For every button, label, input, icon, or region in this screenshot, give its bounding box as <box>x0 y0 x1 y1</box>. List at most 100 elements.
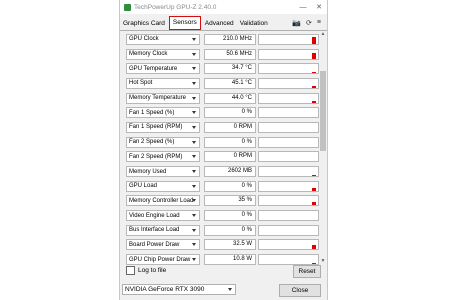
sensor-graph-bar <box>312 263 316 265</box>
sensor-label: Fan 1 Speed (%) <box>129 109 175 116</box>
sensor-graph-bar <box>312 175 316 177</box>
sensor-graph <box>258 239 319 251</box>
scrollbar[interactable]: ▲ ▼ <box>319 31 327 264</box>
sensor-graph <box>258 224 319 236</box>
sensor-graph <box>258 195 319 207</box>
sensor-row: Memory Temperature 44.0 °C <box>126 91 322 106</box>
sensor-row: Board Power Draw 32.5 W <box>126 238 322 253</box>
sensor-row: GPU Temperature 34.7 °C <box>126 61 322 76</box>
sensor-graph <box>258 107 319 119</box>
chevron-down-icon <box>192 214 196 218</box>
sensor-label-dropdown[interactable]: Memory Used <box>126 166 200 178</box>
sensor-value: 44.0 °C <box>204 92 256 104</box>
title-bar: TechPowerUp GPU-Z 2.40.0 — ✕ <box>120 0 327 14</box>
sensor-graph-bar <box>312 36 316 44</box>
sensor-label-dropdown[interactable]: Fan 1 Speed (RPM) <box>126 121 200 133</box>
sensor-graph <box>258 33 319 45</box>
refresh-icon[interactable]: ⟳ <box>306 19 312 27</box>
scroll-thumb[interactable] <box>320 71 326 151</box>
sensor-label-dropdown[interactable]: Memory Controller Load <box>126 195 200 207</box>
close-button[interactable]: Close <box>279 284 321 297</box>
menu-icon[interactable]: ≡ <box>317 19 321 27</box>
sensor-label-dropdown[interactable]: Video Engine Load <box>126 210 200 222</box>
tab-advanced[interactable]: Advanced <box>202 18 237 30</box>
sensor-label-dropdown[interactable]: Hot Spot <box>126 77 200 89</box>
sensor-value: 45.1 °C <box>204 77 256 89</box>
chevron-down-icon <box>192 111 196 115</box>
minimize-button[interactable]: — <box>295 0 311 14</box>
window-title: TechPowerUp GPU-Z 2.40.0 <box>134 3 217 11</box>
sensor-value: 0 % <box>204 136 256 148</box>
sensor-label: Memory Temperature <box>129 95 186 102</box>
sensor-value: 2602 MB <box>204 166 256 178</box>
sensor-label: GPU Chip Power Draw <box>129 256 191 263</box>
sensor-row: GPU Clock 210.0 MHz <box>126 32 322 47</box>
sensor-row: Memory Used 2602 MB <box>126 164 322 179</box>
sensor-label: Memory Used <box>129 168 167 175</box>
sensor-label: Video Engine Load <box>129 212 180 219</box>
sensor-graph <box>258 48 319 60</box>
gpu-select-value: NVIDIA GeForce RTX 3090 <box>125 286 205 293</box>
chevron-down-icon <box>192 228 196 232</box>
sensor-label-dropdown[interactable]: Fan 2 Speed (RPM) <box>126 151 200 163</box>
chevron-down-icon <box>192 184 196 188</box>
tab-validation[interactable]: Validation <box>237 18 271 30</box>
sensor-row: Memory Controller Load 35 % <box>126 194 322 209</box>
log-to-file-label: Log to file <box>138 267 167 274</box>
sensor-value: 210.0 MHz <box>204 33 256 45</box>
sensor-label: GPU Load <box>129 183 158 190</box>
gpu-select[interactable]: NVIDIA GeForce RTX 3090 <box>122 284 236 295</box>
sensor-label: Fan 2 Speed (RPM) <box>129 153 183 160</box>
chevron-down-icon <box>192 81 196 85</box>
sensor-list: GPU Clock 210.0 MHz Memory Clock 50.6 MHz GP… <box>126 32 322 267</box>
sensor-graph <box>258 210 319 222</box>
sensor-graph-bar <box>312 202 316 206</box>
sensor-value: 0 % <box>204 210 256 222</box>
sensor-value: 0 % <box>204 224 256 236</box>
sensor-graph <box>258 180 319 192</box>
chevron-down-icon <box>192 199 196 203</box>
sensor-row: Fan 2 Speed (%) 0 % <box>126 135 322 150</box>
sensor-row: Video Engine Load 0 % <box>126 208 322 223</box>
scroll-down-icon[interactable]: ▼ <box>320 258 326 264</box>
camera-icon[interactable]: 📷 <box>292 19 301 27</box>
sensor-label-dropdown[interactable]: GPU Temperature <box>126 63 200 75</box>
sensor-label-dropdown[interactable]: GPU Clock <box>126 33 200 45</box>
chevron-down-icon <box>192 37 196 41</box>
sensor-graph-bar <box>312 85 316 88</box>
gpuz-app-icon <box>124 3 131 11</box>
chevron-down-icon <box>192 96 196 100</box>
tab-bar: Graphics Card Sensors Advanced Validatio… <box>120 16 327 31</box>
sensor-label-dropdown[interactable]: Board Power Draw <box>126 239 200 251</box>
log-to-file-checkbox[interactable] <box>126 266 135 275</box>
sensor-label: Fan 1 Speed (RPM) <box>129 124 183 131</box>
chevron-down-icon <box>192 155 196 159</box>
sensor-label: Board Power Draw <box>129 241 180 248</box>
sensor-label-dropdown[interactable]: GPU Load <box>126 180 200 192</box>
sensor-label-dropdown[interactable]: Fan 2 Speed (%) <box>126 136 200 148</box>
sensor-label-dropdown[interactable]: Memory Temperature <box>126 92 200 104</box>
sensor-label: Bus Interface Load <box>129 227 180 234</box>
close-window-button[interactable]: ✕ <box>311 0 327 14</box>
sensor-graph <box>258 121 319 133</box>
sensor-graph <box>258 63 319 75</box>
scroll-up-icon[interactable]: ▲ <box>320 31 326 37</box>
sensor-graph <box>258 151 319 163</box>
tab-sensors[interactable]: Sensors <box>168 16 201 30</box>
sensor-label: Hot Spot <box>129 80 153 87</box>
chevron-down-icon <box>192 258 196 262</box>
chevron-down-icon <box>192 125 196 129</box>
sensor-graph-bar <box>312 245 316 250</box>
sensor-value: 0 % <box>204 107 256 119</box>
sensor-value: 0 RPM <box>204 121 256 133</box>
reset-button[interactable]: Reset <box>293 265 321 278</box>
sensor-label-dropdown[interactable]: Fan 1 Speed (%) <box>126 107 200 119</box>
chevron-down-icon <box>192 140 196 144</box>
gpuz-window: TechPowerUp GPU-Z 2.40.0 — ✕ Graphics Ca… <box>119 0 328 300</box>
sensor-graph-bar <box>312 72 316 74</box>
sensor-label-dropdown[interactable]: Memory Clock <box>126 48 200 60</box>
sensor-label-dropdown[interactable]: GPU Chip Power Draw <box>126 254 200 266</box>
sensor-label-dropdown[interactable]: Bus Interface Load <box>126 224 200 236</box>
tab-graphics-card[interactable]: Graphics Card <box>120 18 168 30</box>
sensor-label: GPU Temperature <box>129 65 178 72</box>
